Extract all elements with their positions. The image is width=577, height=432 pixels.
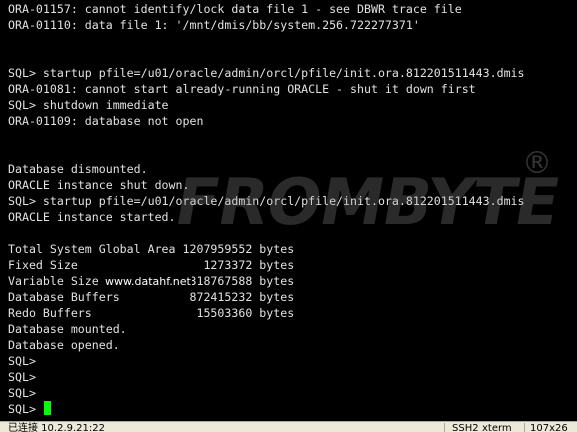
terminal-line: ORA-01109: database not open xyxy=(8,114,204,128)
terminal-line: SQL> xyxy=(8,386,36,400)
terminal-line: SQL> startup pfile=/u01/oracle/admin/orc… xyxy=(8,66,525,80)
terminal-line: Database opened. xyxy=(8,338,120,352)
terminal-line: Variable Size 318767588 bytes xyxy=(8,274,295,288)
terminal-line: SQL> xyxy=(8,354,36,368)
terminal-line: SQL> startup pfile=/u01/oracle/admin/orc… xyxy=(8,194,525,208)
terminal-line: ORA-01157: cannot identify/lock data fil… xyxy=(8,2,462,16)
terminal-line: SQL> shutdown immediate xyxy=(8,98,169,112)
status-terminal-type: xterm xyxy=(482,423,512,432)
terminal-prompt-line: SQL> xyxy=(8,401,577,417)
status-divider xyxy=(524,423,525,432)
status-divider xyxy=(444,423,445,432)
terminal-prompt: SQL> xyxy=(8,402,43,416)
terminal-line: Total System Global Area 1207959552 byte… xyxy=(8,242,295,256)
status-connection: 已连接 10.2.9.21:22 xyxy=(8,423,105,432)
terminal-line: Database dismounted. xyxy=(8,162,148,176)
terminal-cursor[interactable] xyxy=(43,401,51,415)
terminal-window: ORA-01157: cannot identify/lock data fil… xyxy=(0,0,577,432)
terminal-line: ORA-01110: data file 1: '/mnt/dmis/bb/sy… xyxy=(8,18,420,32)
terminal-line: Database mounted. xyxy=(8,322,127,336)
terminal-line: ORACLE instance shut down. xyxy=(8,178,190,192)
terminal-line: Fixed Size 1273372 bytes xyxy=(8,258,295,272)
terminal-line: Database Buffers 872415232 bytes xyxy=(8,290,295,304)
terminal-line: SQL> xyxy=(8,370,36,384)
terminal-line: ORA-01081: cannot start already-running … xyxy=(8,82,476,96)
terminal-line: Redo Buffers 15503360 bytes xyxy=(8,306,295,320)
terminal-output[interactable]: ORA-01157: cannot identify/lock data fil… xyxy=(0,0,577,421)
terminal-line: ORACLE instance started. xyxy=(8,210,176,224)
status-size: 107x26 xyxy=(530,423,568,432)
status-bar: 已连接 10.2.9.21:22 SSH2 xterm 107x26 xyxy=(0,421,577,432)
status-protocol: SSH2 xyxy=(452,423,479,432)
